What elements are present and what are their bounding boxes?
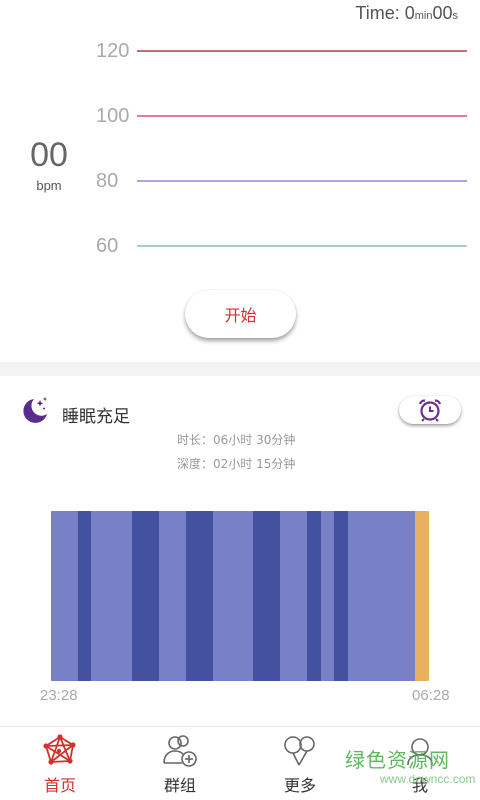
sleep-deep-band	[307, 511, 321, 681]
nav-item-more[interactable]: 更多	[260, 727, 340, 800]
nav-item-group[interactable]: 群组	[140, 727, 220, 800]
watermark-url: www.downcc.com	[380, 772, 476, 786]
alarm-clock-icon	[418, 399, 442, 422]
threshold-line-60	[137, 245, 467, 247]
balloons-icon	[284, 736, 315, 766]
sleep-deep: 深度：02小时 15分钟	[177, 457, 296, 471]
sleep-deep-band	[78, 511, 91, 681]
sleep-duration: 时长：06小时 30分钟	[177, 433, 296, 447]
threshold-line-100	[137, 115, 467, 117]
watermark-text: 绿色资源网	[345, 748, 450, 772]
timer-min-unit: min	[414, 10, 433, 22]
start-button[interactable]: 开始	[185, 290, 296, 338]
bpm-value: 00	[30, 136, 68, 174]
sleep-deep-band	[186, 511, 213, 681]
group-add-icon	[163, 735, 197, 767]
tick-label-120: 120	[96, 40, 130, 62]
nav-item-home[interactable]: 首页	[20, 727, 100, 800]
sleep-deep-band	[132, 511, 159, 681]
sleep-deep-band	[253, 511, 280, 681]
sleep-light-band	[51, 511, 415, 681]
sleep-stage-chart	[51, 511, 429, 681]
alarm-button[interactable]	[399, 396, 461, 424]
bpm-unit: bpm	[36, 178, 62, 193]
tick-label-100: 100	[96, 105, 130, 127]
timer-seconds: 00	[432, 3, 453, 23]
sleep-deep-band	[334, 511, 348, 681]
moon-icon	[23, 397, 47, 423]
tick-label-60: 60	[96, 235, 119, 257]
sleep-status-title: 睡眠充足	[62, 407, 130, 427]
section-divider	[0, 362, 480, 376]
home-network-icon	[43, 734, 76, 765]
sleep-awake-band	[415, 511, 429, 681]
nav-label-home: 首页	[43, 776, 76, 795]
nav-label-group: 群组	[163, 776, 196, 795]
sleep-start-time: 23:28	[40, 687, 78, 704]
threshold-line-80	[137, 180, 467, 182]
threshold-line-120	[137, 50, 467, 52]
nav-label-more: 更多	[283, 776, 316, 795]
timer-prefix: Time:	[355, 3, 405, 23]
timer-readout: Time: 0min00s	[355, 3, 458, 24]
tick-label-80: 80	[96, 170, 119, 192]
heart-rate-panel: Time: 0min00s 120 100 80 60 00 bpm 开始	[0, 0, 480, 362]
sleep-end-time: 06:28	[412, 687, 450, 704]
timer-sec-unit: s	[452, 10, 459, 22]
timer-minutes: 0	[404, 3, 415, 23]
